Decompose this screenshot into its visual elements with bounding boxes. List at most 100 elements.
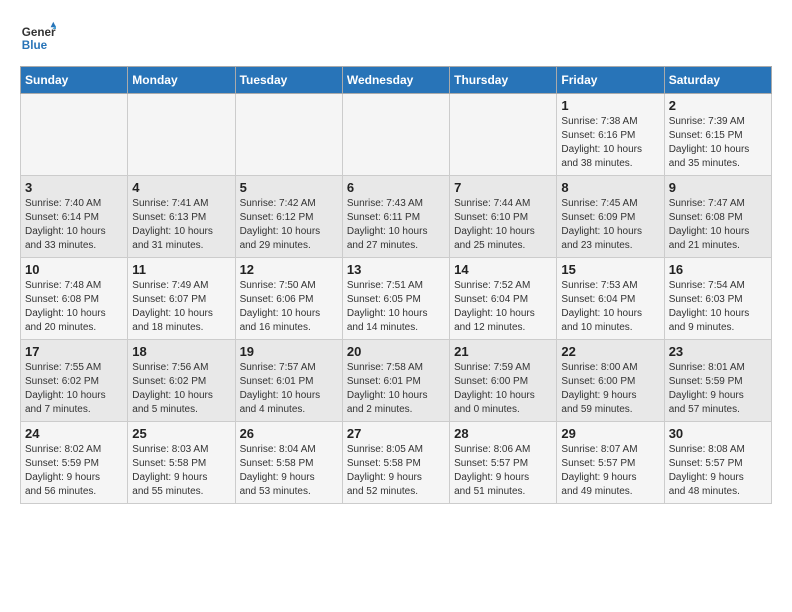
calendar-cell bbox=[450, 94, 557, 176]
day-info: Sunrise: 7:41 AM Sunset: 6:13 PM Dayligh… bbox=[132, 197, 230, 253]
calendar-cell: 9 Sunrise: 7:47 AM Sunset: 6:08 PM Daylig… bbox=[664, 176, 771, 258]
calendar-cell: 16Sunrise: 7:54 AM Sunset: 6:03 PM Dayli… bbox=[664, 258, 771, 340]
day-number: 23 bbox=[669, 344, 767, 359]
day-number: 14 bbox=[454, 262, 552, 277]
day-number: 12 bbox=[240, 262, 338, 277]
calendar-cell: 3 Sunrise: 7:40 AM Sunset: 6:14 PM Daylig… bbox=[21, 176, 128, 258]
day-info: Sunrise: 7:52 AM Sunset: 6:04 PM Dayligh… bbox=[454, 279, 552, 335]
day-number: 22 bbox=[561, 344, 659, 359]
day-info: Sunrise: 7:39 AM Sunset: 6:15 PM Dayligh… bbox=[669, 115, 767, 171]
weekday-header-row: SundayMondayTuesdayWednesdayThursdayFrid… bbox=[21, 67, 772, 94]
calendar-cell: 8 Sunrise: 7:45 AM Sunset: 6:09 PM Daylig… bbox=[557, 176, 664, 258]
day-info: Sunrise: 7:44 AM Sunset: 6:10 PM Dayligh… bbox=[454, 197, 552, 253]
day-info: Sunrise: 8:02 AM Sunset: 5:59 PM Dayligh… bbox=[25, 443, 123, 499]
calendar-cell: 1 Sunrise: 7:38 AM Sunset: 6:16 PM Daylig… bbox=[557, 94, 664, 176]
calendar-cell bbox=[128, 94, 235, 176]
day-number: 10 bbox=[25, 262, 123, 277]
day-info: Sunrise: 8:04 AM Sunset: 5:58 PM Dayligh… bbox=[240, 443, 338, 499]
day-number: 9 bbox=[669, 180, 767, 195]
day-number: 6 bbox=[347, 180, 445, 195]
calendar-cell: 12 Sunrise: 7:50 AM Sunset: 6:06 PM Dayli… bbox=[235, 258, 342, 340]
day-number: 21 bbox=[454, 344, 552, 359]
day-info: Sunrise: 7:55 AM Sunset: 6:02 PM Dayligh… bbox=[25, 361, 123, 417]
day-number: 11 bbox=[132, 262, 230, 277]
calendar-cell: 11Sunrise: 7:49 AM Sunset: 6:07 PM Dayli… bbox=[128, 258, 235, 340]
day-info: Sunrise: 7:40 AM Sunset: 6:14 PM Dayligh… bbox=[25, 197, 123, 253]
day-info: Sunrise: 7:56 AM Sunset: 6:02 PM Dayligh… bbox=[132, 361, 230, 417]
logo-icon: General Blue bbox=[20, 20, 56, 56]
day-number: 19 bbox=[240, 344, 338, 359]
weekday-header-thursday: Thursday bbox=[450, 67, 557, 94]
calendar-cell: 22Sunrise: 8:00 AM Sunset: 6:00 PM Dayli… bbox=[557, 340, 664, 422]
calendar-cell: 21 Sunrise: 7:59 AM Sunset: 6:00 PM Dayli… bbox=[450, 340, 557, 422]
calendar-cell bbox=[235, 94, 342, 176]
day-info: Sunrise: 7:47 AM Sunset: 6:08 PM Dayligh… bbox=[669, 197, 767, 253]
calendar-cell: 14 Sunrise: 7:52 AM Sunset: 6:04 PM Dayli… bbox=[450, 258, 557, 340]
calendar-cell: 28 Sunrise: 8:06 AM Sunset: 5:57 PM Dayli… bbox=[450, 422, 557, 504]
day-info: Sunrise: 7:42 AM Sunset: 6:12 PM Dayligh… bbox=[240, 197, 338, 253]
calendar-cell: 6 Sunrise: 7:43 AM Sunset: 6:11 PM Daylig… bbox=[342, 176, 449, 258]
weekday-header-monday: Monday bbox=[128, 67, 235, 94]
day-info: Sunrise: 7:43 AM Sunset: 6:11 PM Dayligh… bbox=[347, 197, 445, 253]
page-header: General Blue bbox=[20, 20, 772, 56]
weekday-header-wednesday: Wednesday bbox=[342, 67, 449, 94]
day-info: Sunrise: 7:45 AM Sunset: 6:09 PM Dayligh… bbox=[561, 197, 659, 253]
day-info: Sunrise: 8:01 AM Sunset: 5:59 PM Dayligh… bbox=[669, 361, 767, 417]
day-number: 8 bbox=[561, 180, 659, 195]
day-number: 27 bbox=[347, 426, 445, 441]
calendar-cell: 4 Sunrise: 7:41 AM Sunset: 6:13 PM Daylig… bbox=[128, 176, 235, 258]
calendar-cell: 26Sunrise: 8:04 AM Sunset: 5:58 PM Dayli… bbox=[235, 422, 342, 504]
day-number: 30 bbox=[669, 426, 767, 441]
calendar-cell: 25 Sunrise: 8:03 AM Sunset: 5:58 PM Dayli… bbox=[128, 422, 235, 504]
day-number: 1 bbox=[561, 98, 659, 113]
calendar-cell: 18 Sunrise: 7:56 AM Sunset: 6:02 PM Dayli… bbox=[128, 340, 235, 422]
week-row-5: 24 Sunrise: 8:02 AM Sunset: 5:59 PM Dayli… bbox=[21, 422, 772, 504]
calendar-cell: 7 Sunrise: 7:44 AM Sunset: 6:10 PM Daylig… bbox=[450, 176, 557, 258]
weekday-header-saturday: Saturday bbox=[664, 67, 771, 94]
day-info: Sunrise: 7:54 AM Sunset: 6:03 PM Dayligh… bbox=[669, 279, 767, 335]
logo: General Blue bbox=[20, 20, 56, 56]
calendar-cell: 20Sunrise: 7:58 AM Sunset: 6:01 PM Dayli… bbox=[342, 340, 449, 422]
day-number: 4 bbox=[132, 180, 230, 195]
calendar-cell: 2Sunrise: 7:39 AM Sunset: 6:15 PM Daylig… bbox=[664, 94, 771, 176]
day-number: 29 bbox=[561, 426, 659, 441]
day-number: 18 bbox=[132, 344, 230, 359]
day-number: 20 bbox=[347, 344, 445, 359]
day-info: Sunrise: 7:38 AM Sunset: 6:16 PM Dayligh… bbox=[561, 115, 659, 171]
day-info: Sunrise: 8:05 AM Sunset: 5:58 PM Dayligh… bbox=[347, 443, 445, 499]
calendar-cell: 23 Sunrise: 8:01 AM Sunset: 5:59 PM Dayli… bbox=[664, 340, 771, 422]
calendar-cell: 27 Sunrise: 8:05 AM Sunset: 5:58 PM Dayli… bbox=[342, 422, 449, 504]
day-info: Sunrise: 8:07 AM Sunset: 5:57 PM Dayligh… bbox=[561, 443, 659, 499]
day-number: 24 bbox=[25, 426, 123, 441]
weekday-header-friday: Friday bbox=[557, 67, 664, 94]
calendar-cell: 10Sunrise: 7:48 AM Sunset: 6:08 PM Dayli… bbox=[21, 258, 128, 340]
day-info: Sunrise: 7:59 AM Sunset: 6:00 PM Dayligh… bbox=[454, 361, 552, 417]
svg-text:General: General bbox=[22, 26, 56, 39]
calendar-cell: 24 Sunrise: 8:02 AM Sunset: 5:59 PM Dayli… bbox=[21, 422, 128, 504]
calendar-cell bbox=[21, 94, 128, 176]
day-info: Sunrise: 7:50 AM Sunset: 6:06 PM Dayligh… bbox=[240, 279, 338, 335]
day-info: Sunrise: 7:51 AM Sunset: 6:05 PM Dayligh… bbox=[347, 279, 445, 335]
day-number: 5 bbox=[240, 180, 338, 195]
calendar-cell: 15 Sunrise: 7:53 AM Sunset: 6:04 PM Dayli… bbox=[557, 258, 664, 340]
calendar-cell: 19Sunrise: 7:57 AM Sunset: 6:01 PM Dayli… bbox=[235, 340, 342, 422]
weekday-header-tuesday: Tuesday bbox=[235, 67, 342, 94]
calendar-cell: 17 Sunrise: 7:55 AM Sunset: 6:02 PM Dayli… bbox=[21, 340, 128, 422]
day-number: 25 bbox=[132, 426, 230, 441]
day-info: Sunrise: 8:08 AM Sunset: 5:57 PM Dayligh… bbox=[669, 443, 767, 499]
calendar-cell: 30 Sunrise: 8:08 AM Sunset: 5:57 PM Dayli… bbox=[664, 422, 771, 504]
day-info: Sunrise: 8:06 AM Sunset: 5:57 PM Dayligh… bbox=[454, 443, 552, 499]
day-number: 3 bbox=[25, 180, 123, 195]
day-number: 7 bbox=[454, 180, 552, 195]
day-number: 17 bbox=[25, 344, 123, 359]
svg-text:Blue: Blue bbox=[22, 39, 48, 52]
day-info: Sunrise: 8:03 AM Sunset: 5:58 PM Dayligh… bbox=[132, 443, 230, 499]
week-row-4: 17 Sunrise: 7:55 AM Sunset: 6:02 PM Dayli… bbox=[21, 340, 772, 422]
calendar-table: SundayMondayTuesdayWednesdayThursdayFrid… bbox=[20, 66, 772, 504]
weekday-header-sunday: Sunday bbox=[21, 67, 128, 94]
day-number: 15 bbox=[561, 262, 659, 277]
day-number: 28 bbox=[454, 426, 552, 441]
day-info: Sunrise: 7:53 AM Sunset: 6:04 PM Dayligh… bbox=[561, 279, 659, 335]
week-row-2: 3 Sunrise: 7:40 AM Sunset: 6:14 PM Daylig… bbox=[21, 176, 772, 258]
calendar-cell: 5 Sunrise: 7:42 AM Sunset: 6:12 PM Daylig… bbox=[235, 176, 342, 258]
